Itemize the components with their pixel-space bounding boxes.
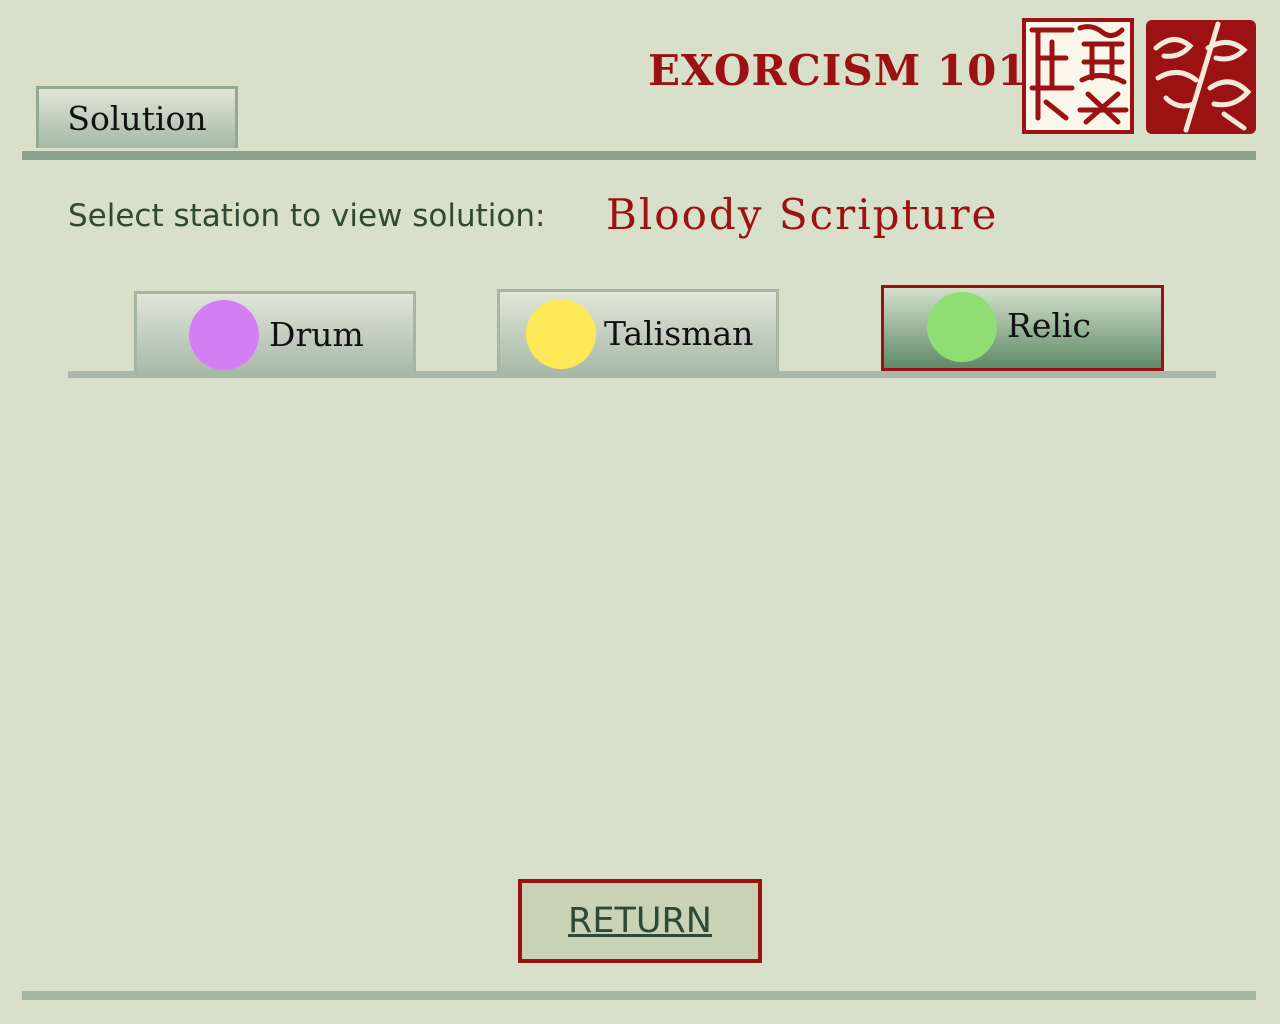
return-button[interactable]: RETURN	[518, 879, 762, 963]
drum-color-dot-icon	[189, 299, 259, 370]
seal-emblem-icon	[1146, 20, 1256, 134]
station-label: Drum	[269, 315, 364, 354]
header-divider	[22, 151, 1256, 160]
scenario-title: Bloody Scripture	[606, 190, 999, 239]
tab-station-relic[interactable]: Relic	[881, 285, 1164, 371]
talisman-color-dot-icon	[526, 298, 596, 369]
footer-divider	[22, 991, 1256, 1000]
station-label: Relic	[1007, 305, 1091, 345]
tab-station-drum[interactable]: Drum	[134, 291, 416, 375]
app-title: EXORCISM 101	[648, 46, 1028, 95]
seal-logo-icon	[1022, 18, 1134, 134]
tab-solution[interactable]: Solution	[36, 86, 238, 148]
select-station-label: Select station to view solution:	[68, 198, 546, 234]
tab-station-talisman[interactable]: Talisman	[497, 289, 779, 375]
relic-color-dot-icon	[927, 292, 997, 362]
station-label: Talisman	[604, 314, 754, 353]
